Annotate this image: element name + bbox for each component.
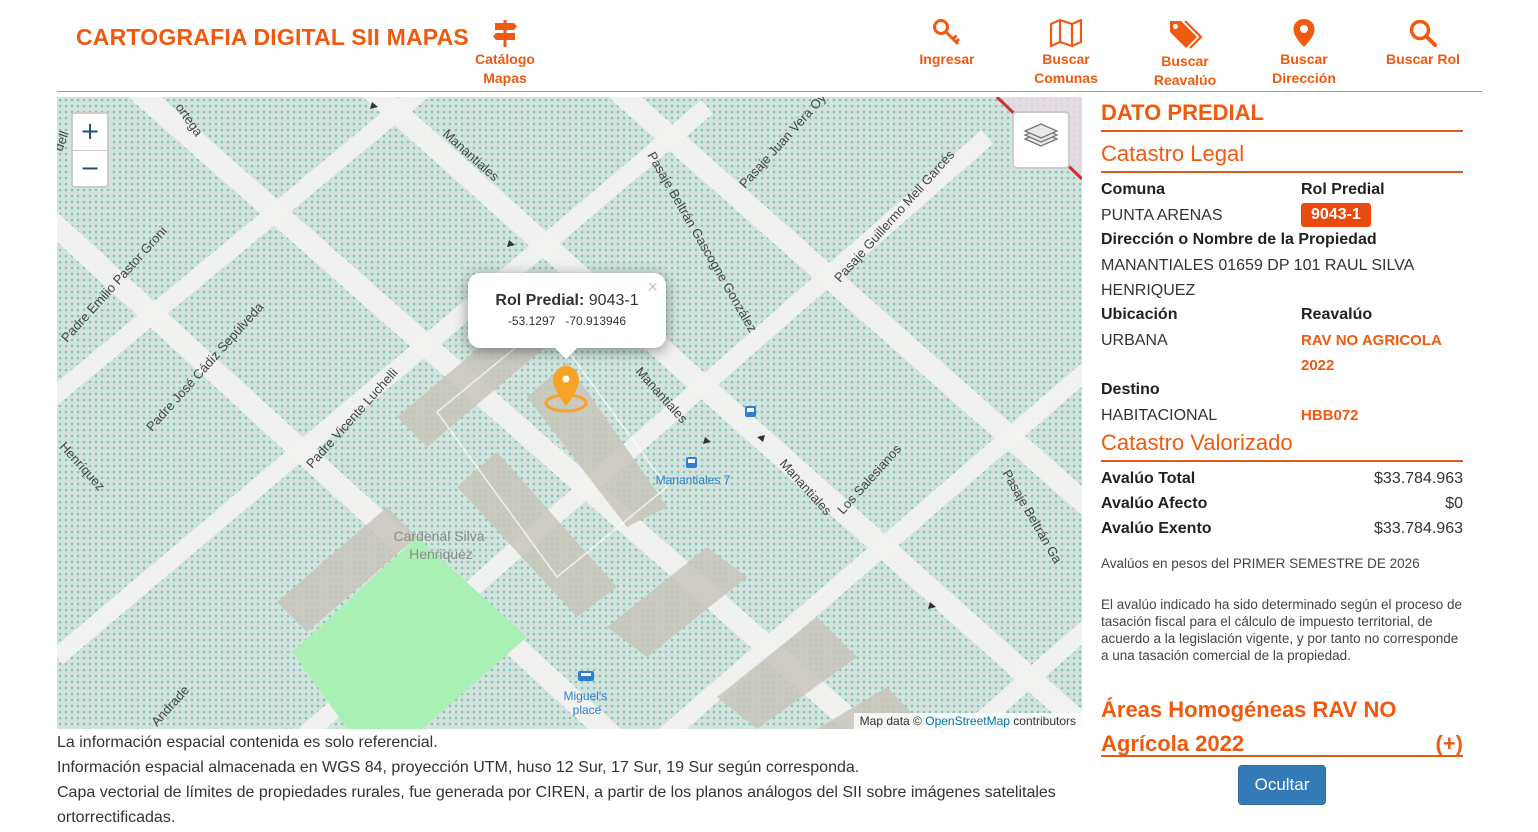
poi-label-line: place — [573, 703, 602, 717]
nav-buscar-rol[interactable]: Buscar Rol — [1378, 18, 1468, 69]
nav-ingresar[interactable]: Ingresar — [902, 18, 992, 69]
popup-title-value: 9043-1 — [588, 292, 639, 309]
osm-link[interactable]: OpenStreetMap — [925, 714, 1010, 728]
attribution-prefix: Map data © — [859, 714, 922, 728]
nav-buscar-reavaluo[interactable]: Buscar Reavalúo — [1140, 18, 1230, 90]
area-code-link[interactable]: HBB072 — [1301, 403, 1359, 428]
map-notes: La información espacial contenida es sol… — [57, 730, 1082, 830]
avaluo-label: Avalúo Total — [1101, 470, 1196, 487]
direccion-value: MANANTIALES 01659 DP 101 RAUL SILVA HENR… — [1101, 257, 1414, 299]
rol-badge: 9043-1 — [1301, 203, 1371, 227]
avaluo-value: $33.784.963 — [1374, 470, 1463, 487]
avaluo-label: Avalúo Exento — [1101, 520, 1212, 537]
zoom-out-button[interactable]: − — [73, 150, 107, 186]
disclaimer-text: El avalúo indicado ha sido determinado s… — [1101, 597, 1462, 663]
popup-coordinates: -53.1297 -70.913946 — [468, 314, 666, 328]
reavaluo-label: Reavalúo — [1301, 306, 1373, 323]
hide-panel-button[interactable]: Ocultar — [1238, 765, 1326, 805]
avaluo-value: $0 — [1445, 495, 1463, 512]
direccion-label: Dirección o Nombre de la Propiedad — [1101, 231, 1377, 248]
legal-section-title: Catastro Legal — [1101, 141, 1463, 173]
lodging-icon[interactable] — [578, 671, 594, 681]
signpost-icon — [493, 20, 517, 47]
popup-tip — [554, 347, 578, 359]
bus-stop-icon[interactable] — [745, 406, 756, 417]
note-line: La información espacial contenida es sol… — [57, 734, 438, 751]
nav-label: Buscar Rol — [1386, 51, 1460, 67]
comuna-label: Comuna — [1101, 181, 1165, 198]
key-icon — [933, 19, 961, 46]
destino-value: HABITACIONAL — [1101, 407, 1218, 424]
nav-buscar-direccion[interactable]: Buscar Dirección — [1259, 18, 1349, 88]
location-pin-icon — [1293, 19, 1315, 47]
areas-title: Áreas Homogéneas RAV NO Agrícola 2022 — [1101, 697, 1397, 756]
attribution-suffix: contributors — [1013, 714, 1076, 728]
ubicacion-value: URBANA — [1101, 332, 1168, 349]
note-line: Información espacial almacenada en WGS 8… — [57, 759, 860, 776]
map-popup: × Rol Predial: 9043-1 -53.1297 -70.91394… — [468, 273, 666, 359]
note-line: Capa vectorial de límites de propiedades… — [57, 784, 1056, 826]
map-icon — [1049, 18, 1083, 48]
popup-lng: -70.913946 — [565, 314, 627, 328]
ubicacion-label: Ubicación — [1101, 306, 1178, 323]
map-view[interactable]: Manantiales Pasaje Beltrán Gascogne Gonz… — [57, 97, 1082, 729]
pesos-note: Avalúos en pesos del PRIMER SEMESTRE DE … — [1101, 556, 1420, 571]
map-tiles[interactable]: Manantiales Pasaje Beltrán Gascogne Gonz… — [57, 97, 1082, 729]
brand-title[interactable]: CARTOGRAFIA DIGITAL SII MAPAS — [76, 24, 469, 51]
search-icon — [1409, 19, 1437, 47]
areas-homogeneas-header[interactable]: Áreas Homogéneas RAV NO Agrícola 2022 (+… — [1101, 693, 1463, 757]
tag-icon — [1170, 20, 1203, 49]
map-attribution: Map data © OpenStreetMap contributors — [853, 713, 1082, 729]
nav-label: Buscar Comunas — [1034, 51, 1098, 86]
popup-lat: -53.1297 — [507, 314, 556, 328]
bus-stop-icon[interactable] — [686, 457, 697, 468]
areas-expand-toggle[interactable]: (+) — [1436, 727, 1464, 761]
nav-label: Buscar Reavalúo — [1153, 53, 1217, 88]
poi-label-line: Henriquez — [409, 546, 473, 562]
avaluo-value: $33.784.963 — [1374, 520, 1463, 537]
poi-label-line: Miguel's — [564, 689, 608, 703]
destino-label: Destino — [1101, 381, 1160, 398]
avaluo-label: Avalúo Afecto — [1101, 495, 1208, 512]
app-header: CARTOGRAFIA DIGITAL SII MAPAS Catálogo M… — [57, 0, 1482, 92]
nav-label: Ingresar — [919, 51, 975, 67]
comuna-value: PUNTA ARENAS — [1101, 207, 1223, 224]
poi-label-line: Cardenal Silva — [394, 528, 485, 544]
popup-title-label: Rol Predial: — [495, 292, 585, 309]
popup-title: Rol Predial: 9043-1 — [468, 292, 666, 310]
zoom-in-button[interactable]: + — [73, 114, 107, 150]
poi-label: Manantiales 7 — [656, 473, 731, 487]
layers-icon — [1023, 123, 1059, 147]
rol-label: Rol Predial — [1301, 181, 1385, 198]
nav-label: Buscar Dirección — [1272, 51, 1336, 86]
zoom-control: + − — [71, 112, 109, 188]
reavaluo-value: RAV NO AGRICOLA 2022 — [1301, 332, 1442, 374]
panel-title: DATO PREDIAL — [1101, 100, 1463, 132]
nav-catalogo-mapas[interactable]: Catálogo Mapas — [460, 18, 550, 88]
valorizado-section-title: Catastro Valorizado — [1101, 430, 1463, 462]
nav-buscar-comunas[interactable]: Buscar Comunas — [1021, 18, 1111, 88]
layers-button[interactable] — [1012, 111, 1070, 169]
nav-label: Catálogo Mapas — [475, 51, 535, 86]
